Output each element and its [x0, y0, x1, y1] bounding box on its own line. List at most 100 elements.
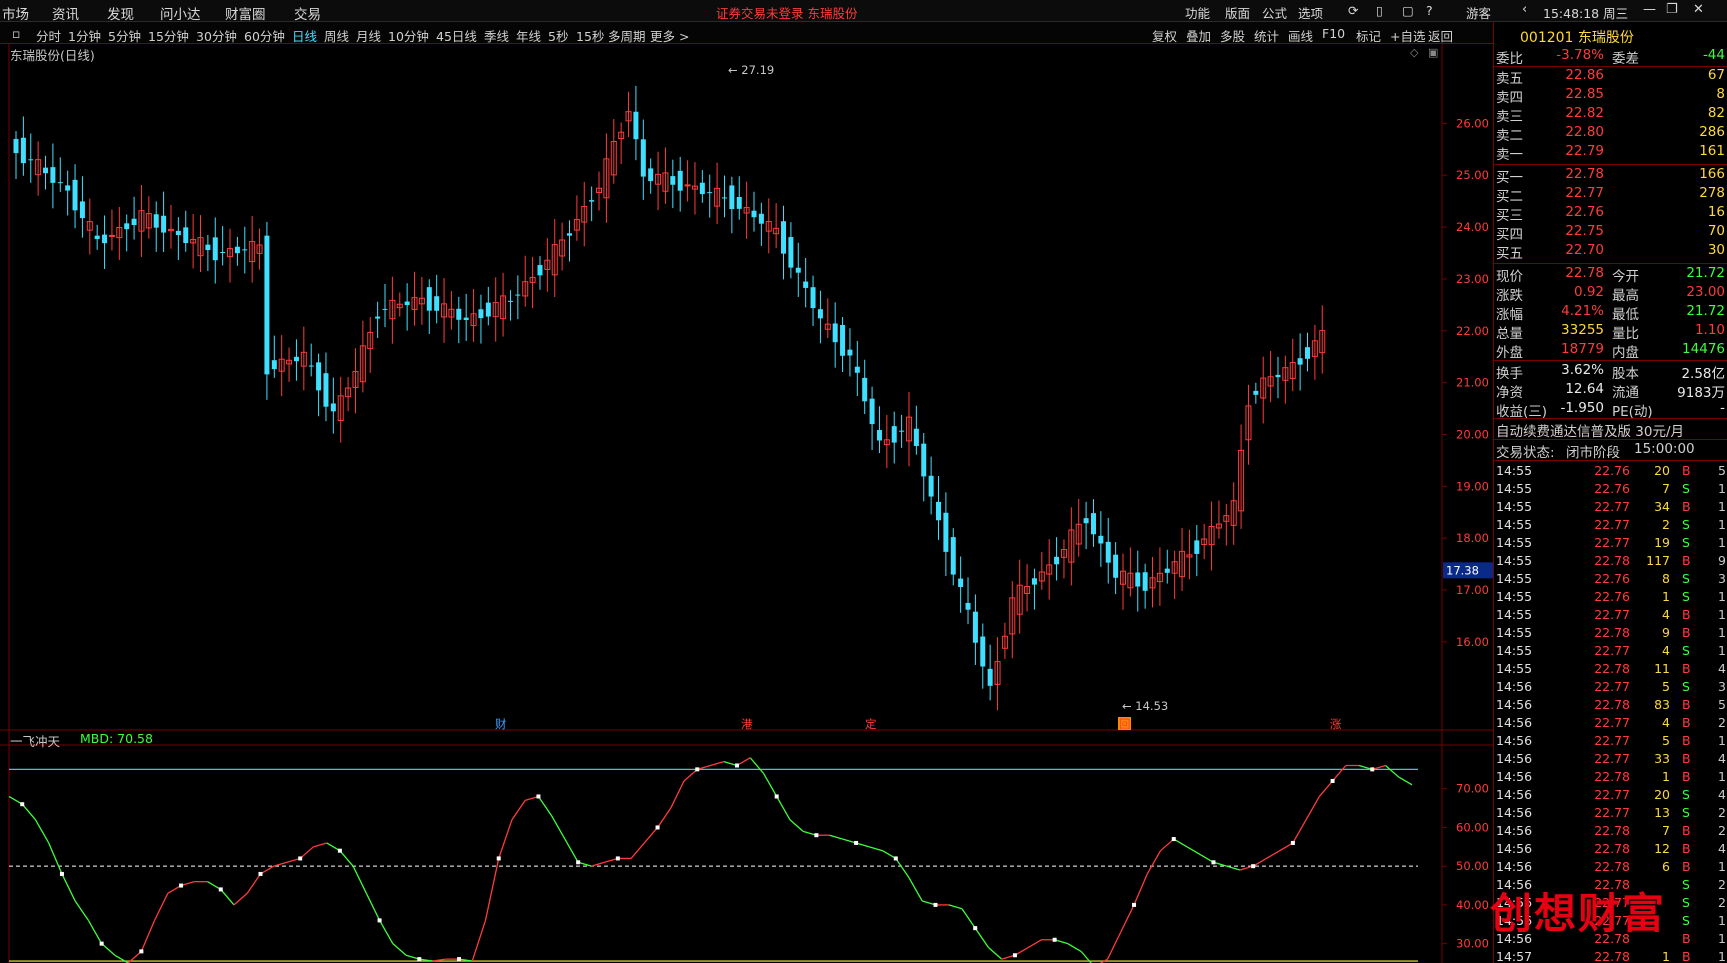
- candle-body: [795, 267, 801, 273]
- diamond-icon: ◇: [1410, 46, 1419, 59]
- period-tab-15[interactable]: 多周期: [608, 26, 646, 45]
- help-icon[interactable]: ?: [1426, 3, 1433, 18]
- chart-tool-0[interactable]: 复权: [1152, 26, 1177, 45]
- candle-body: [478, 309, 484, 319]
- candle-body: [293, 356, 299, 362]
- restore-icon[interactable]: ❐: [1666, 2, 1678, 17]
- menu-item-1[interactable]: 资讯: [52, 3, 79, 23]
- chart-tool-4[interactable]: 画线: [1288, 26, 1313, 45]
- menu-item-3[interactable]: 问小达: [160, 3, 201, 23]
- period-tab-10[interactable]: 45日线: [436, 26, 477, 45]
- ask-row-0: 卖五 22.86 67: [1496, 67, 1725, 87]
- back-icon[interactable]: ‹: [1522, 2, 1527, 17]
- quote-row-3: 总量 33255 量比 1.10: [1496, 322, 1725, 342]
- tool-2[interactable]: 公式: [1262, 3, 1287, 22]
- chart-tool-5[interactable]: F10: [1322, 26, 1345, 41]
- quote-row-0: 现价 22.78 今开 21.72: [1496, 265, 1725, 285]
- period-tab-9[interactable]: 10分钟: [388, 26, 429, 45]
- bid-row-0: 买一 22.78 166: [1496, 166, 1725, 186]
- trade-row: 14:55 22.77 2 S 1: [1496, 517, 1726, 532]
- top-menu-bar: 市场 资讯 发现 问小达 财富圈 交易 证券交易未登录 东瑞股份 功能 版面 公式 选项 ⟳ ▯ ▢? 游客…: [0, 0, 1727, 23]
- chart-tool-3[interactable]: 统计: [1254, 26, 1279, 45]
- candle-body: [1275, 374, 1281, 378]
- period-tab-8[interactable]: 月线: [356, 26, 381, 45]
- period-tab-0[interactable]: 分时: [36, 26, 61, 45]
- candle-body: [234, 246, 240, 254]
- promo-banner[interactable]: 自动续费通达信普及版 30元/月: [1494, 420, 1727, 440]
- period-tab-14[interactable]: 15秒: [576, 26, 604, 45]
- candle-body: [1083, 518, 1089, 524]
- period-tab-5[interactable]: 60分钟: [244, 26, 285, 45]
- candle-body: [854, 366, 860, 373]
- layout-icon[interactable]: ▫: [12, 26, 20, 41]
- candle-body: [965, 602, 971, 610]
- candle-body: [1142, 572, 1148, 591]
- quote2-row-2: 收益(三) -1.950 PE(动) -: [1496, 400, 1725, 420]
- kline-chart[interactable]: 26.00 25.00 24.00 23.00 22.00 21.00 20.00 19.00…: [0, 44, 1493, 963]
- bid-row-1: 买二 22.77 278: [1496, 185, 1725, 205]
- refresh-icon[interactable]: ⟳: [1348, 3, 1358, 18]
- candle-body: [175, 230, 181, 236]
- period-tab-16[interactable]: 更多 >: [650, 26, 689, 45]
- close-icon[interactable]: ✕: [1693, 2, 1704, 17]
- quote-row-2: 涨幅 4.21% 最低 21.72: [1496, 303, 1725, 323]
- user-label[interactable]: 游客: [1466, 3, 1491, 22]
- trade-row: 14:56 22.77 33 B 4: [1496, 751, 1726, 766]
- candle-body: [456, 308, 462, 320]
- login-notice[interactable]: 证券交易未登录 东瑞股份: [716, 3, 857, 22]
- candle-body: [131, 218, 137, 226]
- period-tab-12[interactable]: 年线: [516, 26, 541, 45]
- period-tab-6[interactable]: 日线: [292, 26, 317, 45]
- ind-tick-3: 40.00: [1456, 898, 1489, 912]
- candle-body: [936, 501, 941, 521]
- period-tab-4[interactable]: 30分钟: [196, 26, 237, 45]
- chart-tool-8[interactable]: 返回: [1428, 26, 1453, 45]
- chart-tool-6[interactable]: 标记: [1356, 26, 1381, 45]
- candle-body: [205, 244, 211, 251]
- menu-item-4[interactable]: 财富圈: [225, 3, 266, 23]
- trade-row: 14:56 22.77 5 S 3: [1496, 679, 1726, 694]
- menu-item-2[interactable]: 发现: [107, 3, 134, 23]
- trade-row: 14:55 22.76 8 S 3: [1496, 571, 1726, 586]
- period-tab-1[interactable]: 1分钟: [68, 26, 101, 45]
- candle-body: [434, 296, 440, 311]
- y-tick-1: 25.00: [1456, 168, 1489, 182]
- indicator-value: MBD: 70.58: [80, 731, 153, 746]
- menu-item-0[interactable]: 市场: [2, 3, 29, 23]
- trade-row: 14:56 22.78 12 B 4: [1496, 841, 1726, 856]
- phone-icon[interactable]: ▯: [1376, 3, 1383, 18]
- period-tab-7[interactable]: 周线: [324, 26, 349, 45]
- chart-tool-2[interactable]: 多股: [1220, 26, 1245, 45]
- candle-body: [13, 138, 19, 154]
- candle-body: [375, 316, 381, 319]
- chat-icon[interactable]: ▢: [1402, 3, 1414, 18]
- stock-code-name[interactable]: 001201 东瑞股份: [1520, 27, 1634, 47]
- candle-body: [670, 176, 676, 185]
- chart-tool-7[interactable]: +自选: [1390, 26, 1425, 45]
- candle-body: [515, 294, 521, 296]
- period-tab-2[interactable]: 5分钟: [108, 26, 141, 45]
- indicator-name[interactable]: 一飞冲天: [10, 731, 60, 750]
- menu-item-5[interactable]: 交易: [294, 3, 321, 23]
- candle-body: [1105, 541, 1111, 563]
- candle-body: [102, 234, 108, 244]
- candle-body: [463, 317, 469, 321]
- period-tab-3[interactable]: 15分钟: [148, 26, 189, 45]
- bid-row-2: 买三 22.76 16: [1496, 204, 1725, 224]
- trade-row: 14:55 22.77 19 S 1: [1496, 535, 1726, 550]
- period-tab-13[interactable]: 5秒: [548, 26, 568, 45]
- candle-body: [308, 365, 314, 367]
- event-marker-2: 定: [865, 717, 877, 731]
- tool-0[interactable]: 功能: [1185, 3, 1210, 22]
- minimize-icon[interactable]: —: [1643, 2, 1656, 17]
- y-tick-10: 16.00: [1456, 635, 1489, 649]
- candle-body: [94, 235, 100, 240]
- trade-row: 14:55 22.76 20 B 5: [1496, 463, 1726, 478]
- quote2-row-0: 换手 3.62% 股本 2.58亿: [1496, 362, 1725, 382]
- tool-1[interactable]: 版面: [1225, 3, 1250, 22]
- tool-3[interactable]: 选项: [1298, 3, 1323, 22]
- candle-body: [271, 360, 277, 370]
- candle-body: [876, 430, 882, 441]
- period-tab-11[interactable]: 季线: [484, 26, 509, 45]
- chart-tool-1[interactable]: 叠加: [1186, 26, 1211, 45]
